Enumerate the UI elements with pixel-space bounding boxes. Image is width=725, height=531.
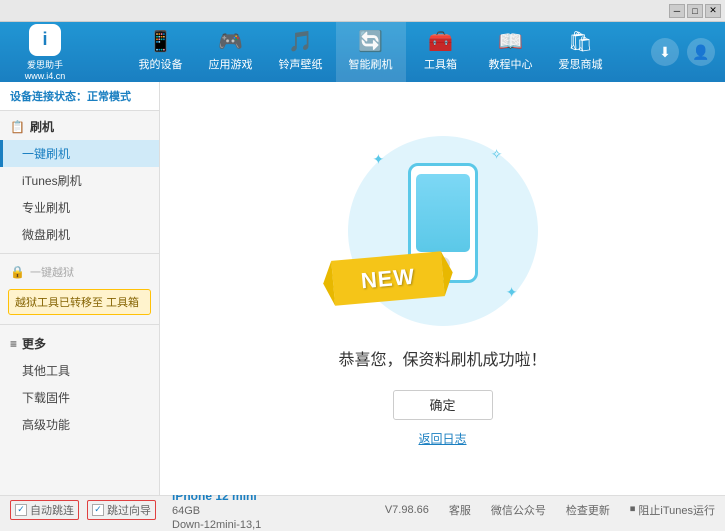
main-area: 设备连接状态：正常模式 📋 刷机 一键刷机 iTunes刷机 专业刷机 微盘刷机… bbox=[0, 82, 725, 495]
nav-shop[interactable]: 🛍 爱思商城 bbox=[546, 22, 616, 82]
shop-icon: 🛍 bbox=[568, 32, 593, 52]
nav-tutorials[interactable]: 📖 教程中心 bbox=[476, 22, 546, 82]
status-bar: 设备连接状态：正常模式 bbox=[0, 82, 159, 111]
status-label: 设备连接状态： bbox=[10, 91, 87, 103]
sidebar-divider-1 bbox=[0, 253, 159, 254]
apps-icon: 🎮 bbox=[218, 32, 243, 52]
sidebar-header-more: ≡ 更多 bbox=[0, 330, 159, 357]
sidebar-divider-2 bbox=[0, 324, 159, 325]
sidebar: 设备连接状态：正常模式 📋 刷机 一键刷机 iTunes刷机 专业刷机 微盘刷机… bbox=[0, 82, 160, 495]
logo-url: www.i4.cn bbox=[25, 71, 66, 81]
more-section-label: 更多 bbox=[22, 335, 46, 352]
nav-items: 📱 我的设备 🎮 应用游戏 🎵 铃声壁纸 🔄 智能刷机 🧰 工具箱 📖 教程中心… bbox=[90, 22, 651, 82]
bottom-bar: ✓ 自动跳连 ✓ 跳过向导 iPhone 12 mini 64GB Down-1… bbox=[0, 495, 725, 523]
sidebar-item-advanced[interactable]: 高级功能 bbox=[0, 411, 159, 438]
my-device-icon: 📱 bbox=[148, 32, 173, 52]
nav-tools[interactable]: 🧰 工具箱 bbox=[406, 22, 476, 82]
device-version: Down-12mini-13,1 bbox=[172, 519, 261, 531]
sparkle-1: ✦ bbox=[373, 151, 385, 168]
title-bar: ─ □ ✕ bbox=[0, 0, 725, 22]
stop-itunes-label: 阻止iTunes运行 bbox=[638, 502, 715, 518]
version-text: V7.98.66 bbox=[385, 504, 429, 516]
skip-wizard-label: 跳过向导 bbox=[107, 502, 151, 518]
tools-icon: 🧰 bbox=[428, 32, 453, 52]
logo-title: 爱思助手 bbox=[27, 58, 63, 71]
flash-section-label: 刷机 bbox=[30, 118, 54, 135]
ribbon-text: NEW bbox=[359, 263, 415, 294]
sidebar-item-micro[interactable]: 微盘刷机 bbox=[0, 221, 159, 248]
nav-flash-label: 智能刷机 bbox=[349, 56, 393, 72]
nav-shop-label: 爱思商城 bbox=[559, 56, 603, 72]
logo: i 爱思助手 www.i4.cn bbox=[0, 24, 90, 81]
sidebar-item-itunes[interactable]: iTunes刷机 bbox=[0, 167, 159, 194]
auto-connect-checkbox[interactable]: ✓ bbox=[15, 504, 27, 516]
sidebar-header-jailbreak: 🔒 一键越狱 bbox=[0, 259, 159, 285]
nav-ringtones-label: 铃声壁纸 bbox=[279, 56, 323, 72]
sidebar-section-more: ≡ 更多 其他工具 下载固件 高级功能 bbox=[0, 328, 159, 440]
wechat-link[interactable]: 微信公众号 bbox=[491, 502, 546, 518]
bottom-right: V7.98.66 客服 微信公众号 检查更新 ⏹ 阻止iTunes运行 bbox=[385, 502, 715, 518]
nav-ringtones[interactable]: 🎵 铃声壁纸 bbox=[266, 22, 336, 82]
skip-wizard-checkbox-wrapper: ✓ 跳过向导 bbox=[87, 500, 156, 520]
new-ribbon: NEW bbox=[331, 251, 445, 305]
nav-tools-label: 工具箱 bbox=[424, 56, 457, 72]
success-message: 恭喜您，保资料刷机成功啦！ bbox=[338, 346, 546, 370]
sparkle-2: ✧ bbox=[491, 146, 503, 163]
auto-connect-checkbox-wrapper: ✓ 自动跳连 bbox=[10, 500, 79, 520]
auto-connect-label: 自动跳连 bbox=[30, 502, 74, 518]
nav-right: ⬇ 👤 bbox=[651, 38, 725, 66]
sparkle-3: ✦ bbox=[506, 284, 518, 301]
sidebar-item-other-tools[interactable]: 其他工具 bbox=[0, 357, 159, 384]
download-button[interactable]: ⬇ bbox=[651, 38, 679, 66]
tutorials-icon: 📖 bbox=[498, 32, 523, 52]
stop-itunes-icon: ⏹ bbox=[630, 503, 636, 516]
phone-screen bbox=[416, 174, 470, 252]
nav-bar: i 爱思助手 www.i4.cn 📱 我的设备 🎮 应用游戏 🎵 铃声壁纸 🔄 … bbox=[0, 22, 725, 82]
sidebar-warning: 越狱工具已转移至 工具箱 bbox=[8, 289, 151, 315]
nav-tutorials-label: 教程中心 bbox=[489, 56, 533, 72]
nav-my-device-label: 我的设备 bbox=[139, 56, 183, 72]
nav-flash[interactable]: 🔄 智能刷机 bbox=[336, 22, 406, 82]
check-update-link[interactable]: 检查更新 bbox=[566, 502, 610, 518]
sidebar-header-flash: 📋 刷机 bbox=[0, 113, 159, 140]
close-button[interactable]: ✕ bbox=[705, 4, 721, 18]
device-storage: 64GB bbox=[172, 505, 261, 517]
back-home-link[interactable]: 返回日志 bbox=[418, 430, 466, 447]
success-illustration: ✦ ✧ ✦ NEW bbox=[343, 131, 543, 331]
sidebar-item-one-click[interactable]: 一键刷机 bbox=[0, 140, 159, 167]
sidebar-item-firmware[interactable]: 下载固件 bbox=[0, 384, 159, 411]
logo-icon: i bbox=[29, 24, 61, 56]
customer-service-link[interactable]: 客服 bbox=[449, 502, 471, 518]
nav-apps-label: 应用游戏 bbox=[209, 56, 253, 72]
minimize-button[interactable]: ─ bbox=[669, 4, 685, 18]
flash-section-icon: 📋 bbox=[10, 120, 25, 134]
nav-my-device[interactable]: 📱 我的设备 bbox=[126, 22, 196, 82]
confirm-button[interactable]: 确定 bbox=[393, 390, 493, 420]
stop-itunes-button[interactable]: ⏹ 阻止iTunes运行 bbox=[630, 502, 715, 518]
sidebar-item-pro[interactable]: 专业刷机 bbox=[0, 194, 159, 221]
status-value: 正常模式 bbox=[87, 91, 131, 103]
ringtones-icon: 🎵 bbox=[288, 32, 313, 52]
nav-apps[interactable]: 🎮 应用游戏 bbox=[196, 22, 266, 82]
sidebar-section-flash: 📋 刷机 一键刷机 iTunes刷机 专业刷机 微盘刷机 bbox=[0, 111, 159, 250]
content-area: ✦ ✧ ✦ NEW 恭喜您，保资料刷机成功啦！ 确定 返回日志 bbox=[160, 82, 725, 495]
jailbreak-label: 一键越狱 bbox=[30, 264, 74, 280]
flash-icon: 🔄 bbox=[358, 32, 383, 52]
user-button[interactable]: 👤 bbox=[687, 38, 715, 66]
maximize-button[interactable]: □ bbox=[687, 4, 703, 18]
sidebar-section-jailbreak: 🔒 一键越狱 越狱工具已转移至 工具箱 bbox=[0, 257, 159, 321]
skip-wizard-checkbox[interactable]: ✓ bbox=[92, 504, 104, 516]
more-section-icon: ≡ bbox=[10, 337, 17, 351]
